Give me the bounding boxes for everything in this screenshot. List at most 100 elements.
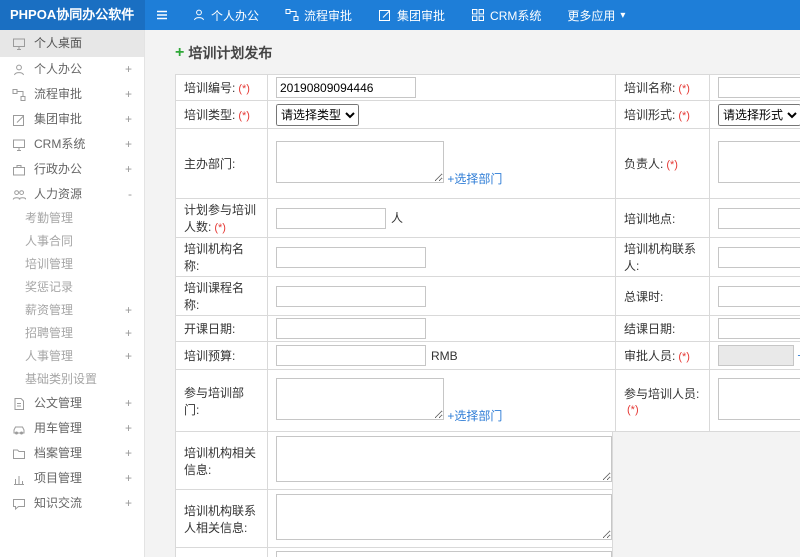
nav-label: 流程审批 xyxy=(304,8,353,23)
sidebar-item-archive-management[interactable]: 档案管理 + xyxy=(0,441,144,466)
unit-suffix: 人 xyxy=(391,211,404,225)
hamburger-menu-button[interactable] xyxy=(145,0,179,30)
training-form-table-bottom: 培训机构相关信息: 培训机构联系人相关信息: 培训要求: 附件资料: xyxy=(175,431,613,557)
sidebar-item-human-resources[interactable]: 人力资源 - xyxy=(0,182,144,207)
field-cell: +选择部门 xyxy=(267,128,616,199)
training-org-name-input[interactable] xyxy=(276,246,426,268)
field-label-text: 开课日期: xyxy=(184,322,236,336)
total-hours-input[interactable] xyxy=(718,285,800,307)
document-icon xyxy=(14,397,24,410)
approver-input[interactable] xyxy=(718,345,794,366)
sidebar-item-workflow-approval[interactable]: 流程审批 + xyxy=(0,82,144,107)
nav-item-workflow-approval[interactable]: 流程审批 xyxy=(272,0,365,30)
nav-item-crm-system[interactable]: CRM系统 xyxy=(458,0,554,30)
field-cell xyxy=(267,489,613,548)
field-label: 参与培训人员: (*) xyxy=(615,369,710,432)
collapse-indicator: - xyxy=(128,187,132,201)
training-requirements-textarea[interactable] xyxy=(276,551,612,557)
field-label-text: 培训机构联系人: xyxy=(624,242,697,273)
select-department-link[interactable]: +选择部门 xyxy=(447,170,502,187)
select-department-link[interactable]: +选择部门 xyxy=(447,407,502,424)
field-cell: 请选择形式 xyxy=(709,100,800,129)
planned-participants-input[interactable] xyxy=(276,207,386,229)
training-location-input[interactable] xyxy=(718,207,800,229)
required-mark: (*) xyxy=(238,110,250,122)
sidebar-item-admin-office[interactable]: 行政办公 + xyxy=(0,157,144,182)
sidebar-label: 集团审批 xyxy=(34,112,83,126)
nav-item-more-apps[interactable]: 更多应用 ▾ xyxy=(554,0,638,30)
sidebar-label: CRM系统 xyxy=(34,137,86,151)
sidebar-item-salary-management[interactable]: 薪资管理 + xyxy=(0,299,144,322)
org-contact-info-textarea[interactable] xyxy=(276,494,612,540)
participating-departments-textarea[interactable] xyxy=(276,377,444,420)
sidebar-item-vehicle-management[interactable]: 用车管理 + xyxy=(0,416,144,441)
field-cell xyxy=(709,74,800,101)
sidebar-item-personnel-contract[interactable]: 人事合同 xyxy=(0,230,144,253)
sidebar-item-reward-punishment[interactable]: 奖惩记录 xyxy=(0,276,144,299)
org-info-textarea[interactable] xyxy=(276,436,612,482)
person-icon xyxy=(14,64,24,75)
end-date-input[interactable] xyxy=(718,318,800,339)
expand-indicator: + xyxy=(124,112,132,126)
field-label-text: 培训课程名称: xyxy=(184,281,245,312)
training-number-input[interactable] xyxy=(276,77,416,98)
field-label-text: 培训形式: xyxy=(624,108,676,122)
sidebar-item-basic-category-settings[interactable]: 基础类别设置 xyxy=(0,368,144,391)
required-mark: (*) xyxy=(627,404,639,416)
field-label: 培训要求: xyxy=(175,547,268,557)
sidebar-label: 个人桌面 xyxy=(34,36,83,50)
field-label: 培训地点: xyxy=(615,198,710,238)
field-label: 主办部门: xyxy=(175,128,268,199)
sidebar-item-personnel-management[interactable]: 人事管理 + xyxy=(0,345,144,368)
participants-textarea[interactable] xyxy=(718,377,800,420)
expand-indicator: + xyxy=(124,326,132,340)
page-title: + 培训计划发布 xyxy=(175,43,800,63)
sidebar-label: 公文管理 xyxy=(34,396,83,410)
host-department-textarea[interactable] xyxy=(276,140,444,183)
grid-icon xyxy=(472,9,485,21)
training-form-select[interactable]: 请选择形式 xyxy=(718,103,800,126)
start-date-input[interactable] xyxy=(276,318,426,339)
people-icon xyxy=(12,189,26,200)
hamburger-icon xyxy=(156,10,168,20)
field-cell: +选择部门 xyxy=(267,369,616,432)
training-form-table: 培训编号:(*) 培训名称:(*) 培训类型:(*) 请选择类型 培训形式:(*… xyxy=(175,74,800,432)
sidebar-item-document-management[interactable]: 公文管理 + xyxy=(0,391,144,416)
sidebar-item-knowledge-exchange[interactable]: 知识交流 + xyxy=(0,491,144,516)
sidebar-item-project-management[interactable]: 项目管理 + xyxy=(0,466,144,491)
expand-indicator: + xyxy=(124,446,132,460)
sidebar-item-attendance-management[interactable]: 考勤管理 xyxy=(0,207,144,230)
sidebar-label: 薪资管理 xyxy=(25,303,74,317)
sidebar-label: 基础类别设置 xyxy=(25,372,98,386)
sidebar-label: 用车管理 xyxy=(34,421,83,435)
leader-textarea[interactable] xyxy=(718,140,800,183)
field-label-text: 培训机构相关信息: xyxy=(184,445,257,477)
sidebar-item-recruitment-management[interactable]: 招聘管理 + xyxy=(0,322,144,345)
expand-indicator: + xyxy=(124,396,132,410)
required-mark: (*) xyxy=(678,351,690,363)
field-label-text: 培训机构名称: xyxy=(184,242,245,273)
sidebar-item-crm-system[interactable]: CRM系统 + xyxy=(0,132,144,157)
sidebar-item-group-approval[interactable]: 集团审批 + xyxy=(0,107,144,132)
field-label-text: 培训类型: xyxy=(184,108,236,122)
nav-item-personal-office[interactable]: 个人办公 xyxy=(179,0,272,30)
training-name-input[interactable] xyxy=(718,77,800,98)
nav-label: 集团审批 xyxy=(397,8,446,23)
budget-input[interactable] xyxy=(276,345,426,366)
workflow-icon xyxy=(285,9,299,21)
car-icon xyxy=(13,426,25,434)
training-type-select[interactable]: 请选择类型 xyxy=(276,103,359,126)
sidebar-item-personal-office[interactable]: 个人办公 + xyxy=(0,57,144,82)
course-name-input[interactable] xyxy=(276,285,426,307)
field-cell: +选择审批人员 xyxy=(709,341,800,370)
sidebar-item-personal-desktop[interactable]: 个人桌面 xyxy=(0,30,144,57)
page-title-text: 培训计划发布 xyxy=(188,45,273,61)
field-cell xyxy=(267,237,616,277)
person-icon xyxy=(194,9,204,21)
sidebar-item-training-management[interactable]: 培训管理 xyxy=(0,253,144,276)
field-label: 负责人: (*) xyxy=(615,128,710,199)
nav-item-group-approval[interactable]: 集团审批 xyxy=(365,0,458,30)
field-label-text: 培训名称: xyxy=(624,81,676,95)
training-org-contact-input[interactable] xyxy=(718,246,800,268)
field-label: 培训课程名称: xyxy=(175,276,268,316)
